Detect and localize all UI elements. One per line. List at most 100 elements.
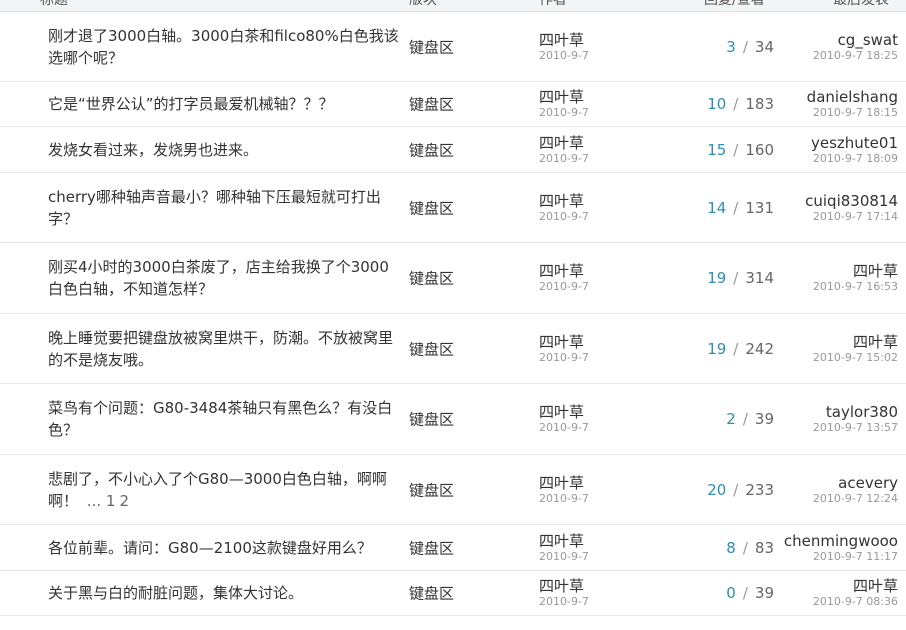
reply-count: 20 (707, 480, 727, 499)
last-post-time[interactable]: 2010-9-7 15:02 (813, 351, 898, 365)
last-post-time[interactable]: 2010-9-7 13:57 (813, 421, 898, 435)
last-post-time[interactable]: 2010-9-7 18:09 (811, 152, 898, 166)
page-links: ... 12 (87, 492, 133, 510)
reply-count: 10 (707, 95, 727, 113)
thread-row: 各位前辈。请问：G80—2100这款键盘好用么？ 键盘区 四叶草 2010-9-… (0, 525, 906, 571)
header-stats: 回复/查看 (704, 0, 765, 8)
table-header: 标题 版块 作者 回复/查看 最后发表 (0, 0, 906, 12)
last-post-time[interactable]: 2010-9-7 17:14 (805, 210, 898, 224)
last-post-time[interactable]: 2010-9-7 18:25 (813, 49, 898, 63)
author-link[interactable]: 四叶草 (539, 31, 589, 49)
page-link-1[interactable]: 1 (106, 492, 116, 510)
last-poster-link[interactable]: acevery (813, 474, 898, 492)
last-post-time[interactable]: 2010-9-7 08:36 (813, 595, 898, 609)
board-link[interactable]: 键盘区 (409, 36, 454, 57)
reply-count: 19 (707, 269, 727, 287)
thread-title-link[interactable]: 关于黑与白的耐脏问题，集体大讨论。 (48, 584, 303, 602)
view-count: 233 (745, 480, 774, 499)
thread-title-link[interactable]: 菜鸟有个问题：G80-3484茶轴只有黑色么？有没白色？ (48, 399, 392, 439)
thread-title-cell: 悲剧了，不小心入了个G80—3000白色白轴，啊啊啊！ ... 12 (48, 468, 400, 512)
board-link[interactable]: 键盘区 (409, 338, 454, 359)
last-poster-link[interactable]: taylor380 (813, 403, 898, 421)
author-link[interactable]: 四叶草 (539, 134, 589, 152)
thread-row: 它是“世界公认”的打字员最爱机械轴？？？ 键盘区 四叶草 2010-9-7 10… (0, 82, 906, 127)
last-poster-link[interactable]: danielshang (807, 88, 898, 106)
last-post-time[interactable]: 2010-9-7 18:15 (807, 106, 898, 120)
last-post-cell: acevery 2010-9-7 12:24 (813, 474, 898, 506)
author-link[interactable]: 四叶草 (539, 262, 589, 280)
last-poster-link[interactable]: yeszhute01 (811, 134, 898, 152)
stats-separator: / (733, 339, 739, 358)
last-poster-link[interactable]: 四叶草 (813, 577, 898, 595)
reply-view-stats: 10 / 183 (707, 95, 774, 113)
thread-row: 刚才退了3000白轴。3000白茶和filco80%白色我该选哪个呢？ 键盘区 … (0, 12, 906, 82)
author-link[interactable]: 四叶草 (539, 192, 589, 210)
thread-list: 刚才退了3000白轴。3000白茶和filco80%白色我该选哪个呢？ 键盘区 … (0, 12, 906, 616)
thread-title-cell: 晚上睡觉要把键盘放被窝里烘干，防潮。不放被窝里的不是烧友哦。 (48, 327, 400, 371)
reply-view-stats: 14 / 131 (707, 199, 774, 217)
last-post-cell: 四叶草 2010-9-7 16:53 (813, 262, 898, 294)
page-ellipsis: ... (86, 491, 102, 510)
board-link[interactable]: 键盘区 (409, 139, 454, 160)
thread-title-link[interactable]: 各位前辈。请问：G80—2100这款键盘好用么？ (48, 539, 372, 557)
reply-count: 2 (726, 410, 736, 428)
post-date: 2010-9-7 (539, 595, 589, 608)
board-link[interactable]: 键盘区 (409, 268, 454, 289)
last-post-cell: taylor380 2010-9-7 13:57 (813, 403, 898, 435)
author-cell: 四叶草 2010-9-7 (539, 192, 589, 224)
stats-separator: / (742, 37, 748, 56)
author-link[interactable]: 四叶草 (539, 88, 589, 106)
last-poster-link[interactable]: chenmingwooo (784, 532, 898, 550)
board-link[interactable]: 键盘区 (409, 537, 454, 558)
stats-separator: / (742, 584, 748, 602)
view-count: 242 (745, 339, 774, 358)
post-date: 2010-9-7 (539, 151, 589, 165)
thread-title-link[interactable]: 它是“世界公认”的打字员最爱机械轴？？？ (48, 95, 334, 113)
thread-title-link[interactable]: cherry哪种轴声音最小？哪种轴下压最短就可打出字？ (48, 188, 381, 228)
reply-view-stats: 0 / 39 (726, 584, 774, 602)
thread-title-link[interactable]: 发烧女看过来，发烧男也进来。 (48, 141, 258, 159)
last-post-time[interactable]: 2010-9-7 11:17 (784, 550, 898, 564)
thread-title-cell: 刚买4小时的3000白茶废了，店主给我换了个3000白色白轴，不知道怎样？ (48, 256, 400, 300)
thread-row: cherry哪种轴声音最小？哪种轴下压最短就可打出字？ 键盘区 四叶草 2010… (0, 173, 906, 243)
thread-title-link[interactable]: 刚买4小时的3000白茶废了，店主给我换了个3000白色白轴，不知道怎样？ (48, 258, 389, 298)
board-link[interactable]: 键盘区 (409, 409, 454, 430)
header-author: 作者 (539, 0, 567, 8)
board-link[interactable]: 键盘区 (409, 197, 454, 218)
last-post-time[interactable]: 2010-9-7 12:24 (813, 492, 898, 506)
post-date: 2010-9-7 (539, 421, 589, 434)
board-link[interactable]: 键盘区 (409, 94, 454, 115)
thread-title-cell: 各位前辈。请问：G80—2100这款键盘好用么？ (48, 537, 400, 559)
thread-title-link[interactable]: 晚上睡觉要把键盘放被窝里烘干，防潮。不放被窝里的不是烧友哦。 (48, 329, 393, 369)
view-count: 314 (745, 269, 774, 287)
stats-separator: / (742, 410, 748, 428)
author-cell: 四叶草 2010-9-7 (539, 532, 589, 564)
page-link-2[interactable]: 2 (119, 492, 129, 510)
last-poster-link[interactable]: cg_swat (813, 31, 898, 49)
author-link[interactable]: 四叶草 (539, 532, 589, 550)
reply-view-stats: 19 / 242 (707, 340, 774, 358)
reply-view-stats: 19 / 314 (707, 269, 774, 287)
thread-title-link[interactable]: 刚才退了3000白轴。3000白茶和filco80%白色我该选哪个呢？ (48, 27, 399, 67)
stats-separator: / (733, 198, 739, 217)
last-post-time[interactable]: 2010-9-7 16:53 (813, 280, 898, 294)
board-link[interactable]: 键盘区 (409, 479, 454, 500)
thread-title-cell: 它是“世界公认”的打字员最爱机械轴？？？ (48, 93, 400, 115)
last-poster-link[interactable]: 四叶草 (813, 333, 898, 351)
thread-title-cell: 刚才退了3000白轴。3000白茶和filco80%白色我该选哪个呢？ (48, 25, 400, 69)
author-cell: 四叶草 2010-9-7 (539, 31, 589, 63)
last-poster-link[interactable]: 四叶草 (813, 262, 898, 280)
post-date: 2010-9-7 (539, 48, 589, 62)
reply-view-stats: 20 / 233 (707, 481, 774, 499)
author-link[interactable]: 四叶草 (539, 403, 589, 421)
author-link[interactable]: 四叶草 (539, 333, 589, 351)
author-link[interactable]: 四叶草 (539, 474, 589, 492)
board-link[interactable]: 键盘区 (409, 583, 454, 604)
last-poster-link[interactable]: cuiqi830814 (805, 192, 898, 210)
stats-separator: / (733, 269, 739, 287)
thread-title-cell: 菜鸟有个问题：G80-3484茶轴只有黑色么？有没白色？ (48, 397, 400, 441)
reply-count: 0 (726, 584, 736, 602)
author-link[interactable]: 四叶草 (539, 577, 589, 595)
post-date: 2010-9-7 (539, 350, 589, 364)
header-last-post: 最后发表 (833, 0, 889, 8)
